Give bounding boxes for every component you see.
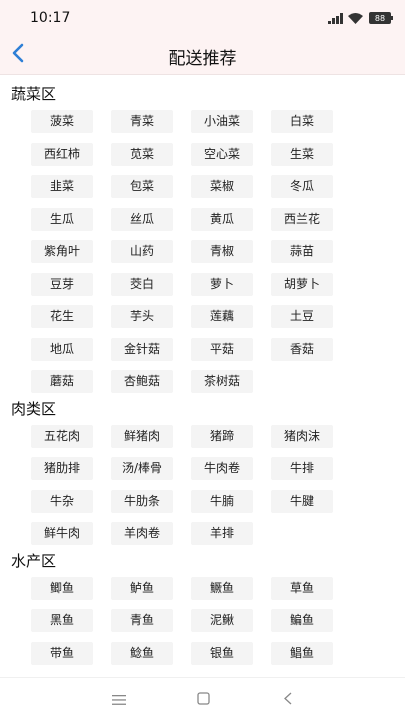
item-tag[interactable]: 苋菜 bbox=[111, 142, 173, 166]
item-tag[interactable]: 冬瓜 bbox=[271, 175, 333, 198]
system-nav-bar bbox=[0, 677, 405, 720]
item-tag[interactable]: 泥鳅 bbox=[191, 609, 253, 632]
back-nav-button[interactable] bbox=[278, 690, 298, 708]
status-icons: 88 bbox=[328, 12, 393, 24]
item-tag[interactable]: 空心菜 bbox=[191, 142, 253, 166]
item-tag[interactable]: 黄瓜 bbox=[191, 207, 253, 231]
item-tag[interactable]: 西兰花 bbox=[271, 207, 333, 231]
item-tag[interactable]: 丝瓜 bbox=[111, 207, 173, 231]
item-tag[interactable]: 鲶鱼 bbox=[111, 641, 173, 665]
item-tag[interactable]: 牛肋条 bbox=[111, 489, 173, 513]
item-tag[interactable]: 鲜牛肉 bbox=[31, 522, 93, 545]
item-tag[interactable]: 鲈鱼 bbox=[111, 576, 173, 600]
item-tag[interactable]: 萝卜 bbox=[191, 272, 253, 296]
item-tag[interactable]: 白菜 bbox=[271, 110, 333, 133]
item-tag[interactable]: 牛杂 bbox=[31, 489, 93, 513]
item-tag[interactable]: 羊排 bbox=[191, 522, 253, 545]
item-tag[interactable]: 蒜苗 bbox=[271, 240, 333, 263]
header: 配送推荐 bbox=[0, 36, 405, 75]
item-tag[interactable]: 生菜 bbox=[271, 142, 333, 166]
item-tag[interactable]: 汤/棒骨 bbox=[111, 457, 173, 480]
item-tag[interactable]: 猪肉沫 bbox=[271, 424, 333, 448]
page-title: 配送推荐 bbox=[168, 49, 237, 69]
item-tag[interactable]: 青菜 bbox=[111, 110, 173, 133]
item-tag[interactable]: 牛腱 bbox=[271, 489, 333, 513]
section-title: 水产区 bbox=[11, 551, 57, 570]
home-nav-button[interactable] bbox=[193, 690, 213, 708]
item-tag[interactable]: 紫角叶 bbox=[31, 240, 93, 263]
item-tag[interactable]: 猪肋排 bbox=[31, 457, 93, 480]
item-tag[interactable]: 平菇 bbox=[191, 337, 253, 361]
item-tag[interactable]: 茶树菇 bbox=[191, 370, 253, 393]
back-triangle-icon bbox=[283, 690, 293, 709]
item-tag[interactable]: 生瓜 bbox=[31, 207, 93, 231]
item-tag[interactable]: 芋头 bbox=[111, 305, 173, 328]
item-tag[interactable]: 莲藕 bbox=[191, 305, 253, 328]
item-tag[interactable]: 胡萝卜 bbox=[271, 272, 333, 296]
item-tag[interactable]: 金针菇 bbox=[111, 337, 173, 361]
item-tag[interactable]: 包菜 bbox=[111, 175, 173, 198]
item-tag[interactable]: 羊肉卷 bbox=[111, 522, 173, 545]
item-tag[interactable]: 地瓜 bbox=[31, 337, 93, 361]
menu-icon bbox=[112, 690, 126, 709]
item-tag[interactable]: 黑鱼 bbox=[31, 609, 93, 632]
item-tag[interactable]: 蘑菇 bbox=[31, 370, 93, 393]
status-bar: 10:17 88 bbox=[0, 0, 405, 36]
section-title: 肉类区 bbox=[11, 399, 57, 418]
item-tag[interactable]: 山药 bbox=[111, 240, 173, 263]
item-tag[interactable]: 鳊鱼 bbox=[271, 609, 333, 632]
item-tag[interactable]: 牛排 bbox=[271, 457, 333, 480]
status-time: 10:17 bbox=[30, 10, 71, 26]
item-tag[interactable]: 青椒 bbox=[191, 240, 253, 263]
item-tag[interactable]: 小油菜 bbox=[191, 110, 253, 133]
item-tag[interactable]: 土豆 bbox=[271, 305, 333, 328]
item-tag[interactable]: 西红柿 bbox=[31, 142, 93, 166]
item-tag[interactable]: 银鱼 bbox=[191, 641, 253, 665]
item-tag[interactable]: 花生 bbox=[31, 305, 93, 328]
section-title: 蔬菜区 bbox=[11, 85, 57, 103]
item-tag[interactable]: 鳜鱼 bbox=[191, 576, 253, 600]
home-square-icon bbox=[196, 690, 210, 709]
signal-icon bbox=[328, 12, 344, 24]
item-tag[interactable]: 五花肉 bbox=[31, 424, 93, 448]
item-tag[interactable]: 菜椒 bbox=[191, 175, 253, 198]
item-tag[interactable]: 带鱼 bbox=[31, 641, 93, 665]
item-tag[interactable]: 韭菜 bbox=[31, 175, 93, 198]
item-tag[interactable]: 茭白 bbox=[111, 272, 173, 296]
menu-nav-button[interactable] bbox=[109, 690, 129, 708]
item-tag[interactable]: 牛肉卷 bbox=[191, 457, 253, 480]
item-tag[interactable]: 豆芽 bbox=[31, 272, 93, 296]
item-tag[interactable]: 香菇 bbox=[271, 337, 333, 361]
item-tag[interactable]: 牛腩 bbox=[191, 489, 253, 513]
item-tag[interactable]: 杏鲍菇 bbox=[111, 370, 173, 393]
wifi-icon bbox=[348, 12, 363, 24]
item-tag[interactable]: 菠菜 bbox=[31, 110, 93, 133]
battery-icon: 88 bbox=[369, 12, 393, 24]
item-tag[interactable]: 鲫鱼 bbox=[31, 576, 93, 600]
item-tag[interactable]: 猪蹄 bbox=[191, 424, 253, 448]
item-tag[interactable]: 青鱼 bbox=[111, 609, 173, 632]
item-tag[interactable]: 草鱼 bbox=[271, 576, 333, 600]
item-tag[interactable]: 鲜猪肉 bbox=[111, 424, 173, 448]
item-tag[interactable]: 鲳鱼 bbox=[271, 641, 333, 665]
